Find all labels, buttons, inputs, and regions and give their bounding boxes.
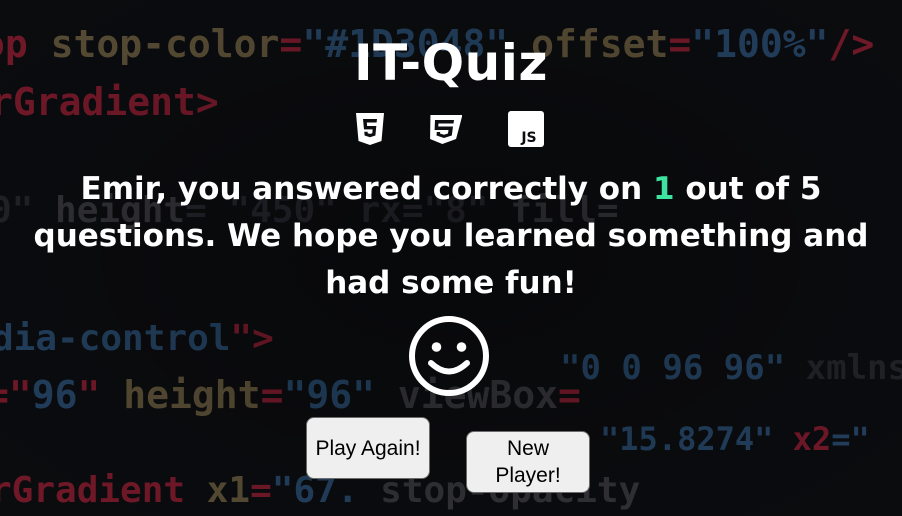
quiz-result-screen: IT-Quiz JS Emir, you answered correctly …	[0, 0, 902, 516]
html5-icon	[356, 113, 384, 145]
javascript-icon-label: JS	[520, 130, 536, 146]
new-player-button-line2: Player!	[495, 464, 561, 487]
result-message: Emir, you answered correctly on 1 out of…	[20, 166, 882, 307]
play-again-button[interactable]: Play Again!	[306, 417, 430, 479]
new-player-button[interactable]: New Player!	[466, 431, 590, 493]
result-text-before-score: Emir, you answered correctly on	[80, 171, 653, 207]
new-player-button-line1: New	[506, 437, 549, 460]
smiley-face-icon	[409, 316, 489, 396]
page-title: IT-Quiz	[354, 34, 548, 92]
css3-icon	[430, 115, 462, 144]
javascript-icon: JS	[508, 111, 544, 147]
correct-answers-count: 1	[652, 171, 675, 207]
tech-icon-row: JS	[0, 111, 902, 149]
